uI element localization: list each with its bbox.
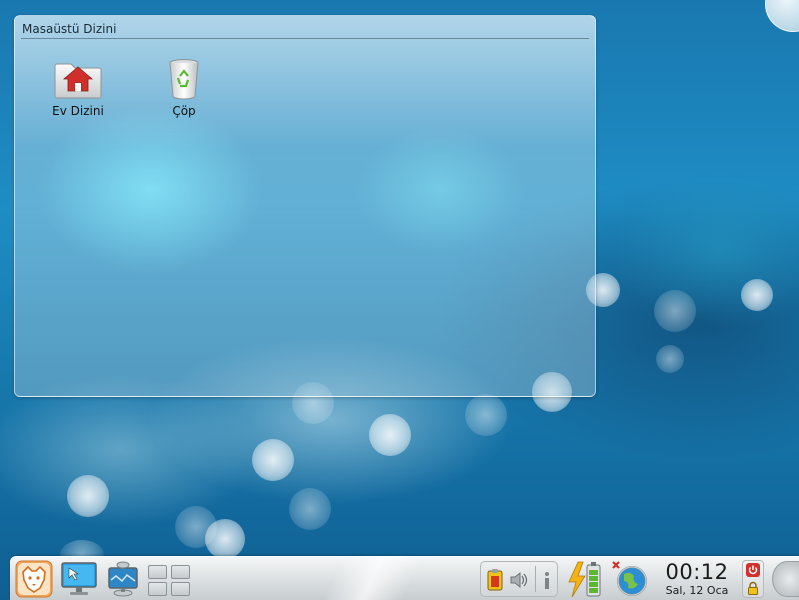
folder-view-separator	[21, 38, 589, 39]
update-globe-icon[interactable]	[610, 560, 650, 598]
wallpaper-bokeh	[741, 279, 773, 311]
network-icon	[108, 561, 138, 597]
wallpaper-bokeh	[252, 439, 294, 481]
desktop-toolbox-button[interactable]	[765, 0, 799, 32]
show-desktop-button[interactable]	[60, 561, 98, 600]
show-desktop-icon	[61, 562, 97, 595]
wallpaper-bokeh	[465, 394, 507, 436]
pager-desktop-1[interactable]	[148, 565, 167, 579]
desktop-icon-trash[interactable]: Çöp	[144, 58, 224, 118]
pager-desktop-4[interactable]	[171, 582, 190, 596]
wallpaper-bokeh	[289, 488, 331, 530]
volume-icon[interactable]	[509, 571, 529, 589]
desktop-icon-label: Çöp	[172, 104, 196, 118]
kickoff-menu-icon	[15, 560, 53, 598]
clock-time[interactable]: 00:12	[662, 560, 732, 584]
bottom-panel: 00:12 Sal, 12 Oca	[10, 556, 799, 600]
application-launcher-button[interactable]	[15, 560, 53, 600]
panel-shine	[310, 557, 450, 600]
wallpaper-bokeh	[67, 475, 109, 517]
trash-icon	[160, 58, 208, 100]
folder-view-widget: Masaüstü Dizini Ev Dizini Çöp	[14, 15, 596, 397]
wallpaper-bokeh	[656, 345, 684, 373]
system-tray	[480, 561, 558, 597]
desktop-icon-home[interactable]: Ev Dizini	[38, 58, 118, 118]
wallpaper-bokeh	[369, 414, 411, 456]
tray-separator	[535, 566, 536, 592]
power-icon[interactable]	[746, 563, 760, 577]
desktop-icon-label: Ev Dizini	[52, 104, 104, 118]
klipper-icon[interactable]	[487, 569, 503, 591]
lock-icon[interactable]	[746, 581, 760, 595]
folder-view-title: Masaüstü Dizini	[22, 22, 117, 36]
virtual-desktop-pager[interactable]	[148, 563, 192, 597]
panel-toolbox-icon[interactable]	[772, 561, 799, 597]
notifications-icon[interactable]	[540, 570, 554, 590]
home-folder-icon	[54, 58, 102, 100]
pager-desktop-3[interactable]	[148, 582, 167, 596]
network-manager-button[interactable]	[106, 560, 140, 600]
wallpaper-bokeh	[205, 519, 245, 559]
wallpaper-bokeh	[654, 290, 696, 332]
battery-charging-icon[interactable]	[566, 560, 604, 598]
clock-date[interactable]: Sal, 12 Oca	[658, 584, 736, 597]
pager-desktop-2[interactable]	[171, 565, 190, 579]
lock-logout-widget	[742, 560, 764, 598]
